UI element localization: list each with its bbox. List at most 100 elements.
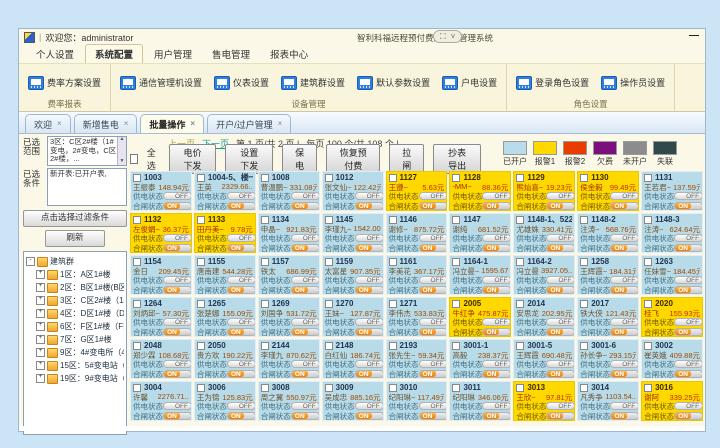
menu-item-0[interactable]: 个人设置 bbox=[27, 45, 83, 63]
close-toggle[interactable]: ON bbox=[482, 244, 511, 252]
close-toggle[interactable]: ON bbox=[482, 202, 511, 210]
supply-toggle[interactable]: OFF bbox=[546, 318, 575, 326]
toolbar-button-0[interactable]: 电价下发 bbox=[169, 144, 217, 174]
close-toggle[interactable]: ON bbox=[546, 244, 575, 252]
room-checkbox[interactable] bbox=[580, 216, 588, 224]
supply-toggle[interactable]: OFF bbox=[546, 402, 575, 410]
supply-toggle[interactable]: OFF bbox=[674, 402, 703, 410]
close-toggle[interactable]: ON bbox=[291, 286, 320, 294]
close-toggle[interactable]: ON bbox=[355, 286, 384, 294]
tree-item-6[interactable]: +9区：4#变电所（4#变... bbox=[26, 346, 124, 359]
supply-toggle[interactable]: OFF bbox=[674, 360, 703, 368]
room-checkbox[interactable] bbox=[133, 384, 141, 392]
room-checkbox[interactable] bbox=[261, 258, 269, 266]
supply-toggle[interactable]: OFF bbox=[419, 234, 448, 242]
ribbon-button-1-0[interactable]: 通信管理机设置 bbox=[116, 74, 206, 92]
supply-toggle[interactable]: OFF bbox=[355, 318, 384, 326]
room-checkbox[interactable] bbox=[133, 342, 141, 350]
close-toggle[interactable]: ON bbox=[227, 412, 256, 420]
room-checkbox[interactable] bbox=[325, 300, 333, 308]
close-toggle[interactable]: ON bbox=[355, 370, 384, 378]
expander-plus-icon[interactable]: + bbox=[36, 374, 45, 383]
supply-toggle[interactable]: OFF bbox=[610, 402, 639, 410]
close-toggle[interactable]: ON bbox=[227, 202, 256, 210]
toolbar-button-1[interactable]: 设置下发 bbox=[225, 144, 273, 174]
room-checkbox[interactable] bbox=[197, 216, 205, 224]
expander-plus-icon[interactable]: + bbox=[36, 283, 45, 292]
ribbon-button-1-2[interactable]: 建筑群设置 bbox=[277, 74, 349, 92]
expander-plus-icon[interactable]: + bbox=[36, 322, 45, 331]
close-toggle[interactable]: ON bbox=[227, 286, 256, 294]
supply-toggle[interactable]: OFF bbox=[355, 192, 384, 200]
close-toggle[interactable]: ON bbox=[227, 244, 256, 252]
close-toggle[interactable]: ON bbox=[674, 244, 703, 252]
scroll-down-icon[interactable]: ▼ bbox=[120, 159, 125, 165]
room-checkbox[interactable] bbox=[389, 342, 397, 350]
supply-toggle[interactable]: OFF bbox=[482, 402, 511, 410]
room-checkbox[interactable] bbox=[644, 258, 652, 266]
room-checkbox[interactable] bbox=[644, 384, 652, 392]
room-checkbox[interactable] bbox=[325, 258, 333, 266]
room-checkbox[interactable] bbox=[197, 258, 205, 266]
close-toggle[interactable]: ON bbox=[419, 370, 448, 378]
close-toggle[interactable]: ON bbox=[227, 328, 256, 336]
close-toggle[interactable]: ON bbox=[163, 202, 192, 210]
toolbar-button-5[interactable]: 抄表导出 bbox=[433, 144, 481, 174]
ribbon-button-1-3[interactable]: 默认参数设置 bbox=[353, 74, 434, 92]
room-checkbox[interactable] bbox=[325, 384, 333, 392]
supply-toggle[interactable]: OFF bbox=[482, 360, 511, 368]
room-checkbox[interactable] bbox=[452, 174, 460, 182]
close-toggle[interactable]: ON bbox=[163, 412, 192, 420]
supply-toggle[interactable]: OFF bbox=[227, 360, 256, 368]
close-toggle[interactable]: ON bbox=[355, 202, 384, 210]
supply-toggle[interactable]: OFF bbox=[163, 402, 192, 410]
supply-toggle[interactable]: OFF bbox=[674, 234, 703, 242]
selected-condition-box[interactable]: 新开表:已开户表, bbox=[47, 168, 127, 206]
close-toggle[interactable]: ON bbox=[291, 412, 320, 420]
close-toggle[interactable]: ON bbox=[291, 244, 320, 252]
close-toggle[interactable]: ON bbox=[546, 286, 575, 294]
supply-toggle[interactable]: OFF bbox=[355, 402, 384, 410]
room-checkbox[interactable] bbox=[261, 216, 269, 224]
menu-item-4[interactable]: 报表中心 bbox=[261, 45, 317, 63]
expander-minus-icon[interactable]: - bbox=[26, 257, 35, 266]
close-toggle[interactable]: ON bbox=[674, 328, 703, 336]
close-toggle[interactable]: ON bbox=[419, 286, 448, 294]
room-checkbox[interactable] bbox=[644, 300, 652, 308]
close-toggle[interactable]: ON bbox=[546, 328, 575, 336]
refresh-button[interactable]: 刷新 bbox=[45, 230, 105, 247]
supply-toggle[interactable]: OFF bbox=[610, 234, 639, 242]
close-toggle[interactable]: ON bbox=[419, 328, 448, 336]
tree-root[interactable]: -建筑群 bbox=[26, 255, 124, 268]
room-checkbox[interactable] bbox=[389, 258, 397, 266]
supply-toggle[interactable]: OFF bbox=[674, 276, 703, 284]
scroll-up-icon[interactable]: ▲ bbox=[120, 137, 125, 143]
close-toggle[interactable]: ON bbox=[163, 286, 192, 294]
room-checkbox[interactable] bbox=[452, 300, 460, 308]
room-checkbox[interactable] bbox=[197, 174, 205, 182]
tree-item-4[interactable]: +6区：F区1#楼（F区1#... bbox=[26, 320, 124, 333]
room-checkbox[interactable] bbox=[580, 384, 588, 392]
room-checkbox[interactable] bbox=[197, 384, 205, 392]
supply-toggle[interactable]: OFF bbox=[291, 276, 320, 284]
supply-toggle[interactable]: OFF bbox=[419, 360, 448, 368]
room-checkbox[interactable] bbox=[197, 342, 205, 350]
close-toggle[interactable]: ON bbox=[355, 244, 384, 252]
toolbar-button-3[interactable]: 恢复预付费 bbox=[326, 144, 380, 174]
tree-item-7[interactable]: +15区：5#变电站（3#变... bbox=[26, 359, 124, 372]
close-toggle[interactable]: ON bbox=[291, 370, 320, 378]
menu-item-2[interactable]: 用户管理 bbox=[145, 45, 201, 63]
tree-item-5[interactable]: +7区：G区1#楼 bbox=[26, 333, 124, 346]
ribbon-button-1-4[interactable]: 户电设置 bbox=[438, 74, 501, 92]
room-checkbox[interactable] bbox=[325, 174, 333, 182]
close-toggle[interactable]: ON bbox=[419, 202, 448, 210]
select-all-checkbox[interactable] bbox=[130, 154, 138, 164]
close-toggle[interactable]: ON bbox=[163, 244, 192, 252]
expander-plus-icon[interactable]: + bbox=[36, 335, 45, 344]
room-checkbox[interactable] bbox=[133, 258, 141, 266]
close-icon[interactable]: × bbox=[278, 120, 283, 128]
close-icon[interactable]: × bbox=[190, 120, 195, 128]
supply-toggle[interactable]: OFF bbox=[610, 360, 639, 368]
minimize-button[interactable]: — bbox=[689, 30, 699, 41]
supply-toggle[interactable]: OFF bbox=[291, 402, 320, 410]
